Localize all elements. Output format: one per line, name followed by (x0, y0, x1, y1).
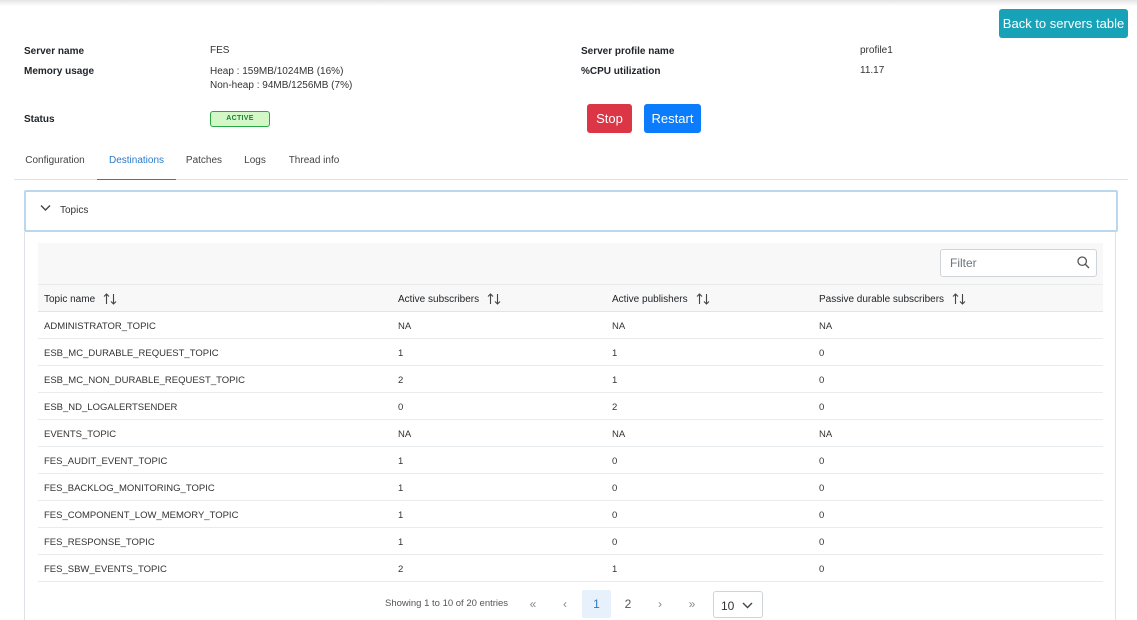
table-row: ESB_MC_DURABLE_REQUEST_TOPIC 1 1 0 (38, 339, 1103, 366)
status-badge: ACTIVE (210, 111, 270, 127)
column-topic-name[interactable]: Topic name (44, 293, 117, 305)
tab-destinations[interactable]: Destinations (97, 150, 176, 180)
table-row: FES_COMPONENT_LOW_MEMORY_TOPIC 1 0 0 (38, 501, 1103, 528)
table-header: Topic name Active subscribers Active pub… (38, 284, 1103, 312)
memory-heap-value: Heap : 159MB/1024MB (16%) (210, 66, 344, 77)
sort-icon[interactable] (103, 293, 117, 305)
sort-icon[interactable] (952, 293, 966, 305)
search-icon (1077, 256, 1090, 269)
server-profile-value: profile1 (860, 45, 893, 56)
first-page-button[interactable]: « (522, 590, 544, 618)
cpu-utilization-label: %CPU utilization (581, 66, 661, 77)
chevron-down-icon (40, 205, 51, 211)
column-active-subscribers[interactable]: Active subscribers (398, 293, 501, 305)
table-row: EVENTS_TOPIC NA NA NA (38, 420, 1103, 447)
chevron-down-icon (742, 602, 753, 609)
tab-bar: Configuration Destinations Patches Logs … (14, 150, 1128, 180)
next-page-button[interactable]: › (649, 590, 671, 618)
server-name-label: Server name (24, 46, 85, 57)
tab-thread-info[interactable]: Thread info (282, 150, 346, 180)
cpu-utilization-value: 11.17 (860, 65, 885, 76)
page-size-select[interactable]: 10 (713, 591, 763, 618)
prev-page-button[interactable]: ‹ (554, 590, 576, 618)
table-row: ESB_ND_LOGALERTSENDER 0 2 0 (38, 393, 1103, 420)
table-row: FES_RESPONSE_TOPIC 1 0 0 (38, 528, 1103, 555)
page-2-button[interactable]: 2 (617, 590, 639, 618)
status-label: Status (24, 114, 55, 125)
memory-nonheap-value: Non-heap : 94MB/1256MB (7%) (210, 80, 353, 91)
tab-logs[interactable]: Logs (236, 150, 274, 180)
column-passive-durable-subscribers[interactable]: Passive durable subscribers (819, 293, 966, 305)
top-shadow (0, 0, 1137, 6)
sort-icon[interactable] (696, 293, 710, 305)
server-name-value: FES (210, 45, 230, 56)
tab-patches[interactable]: Patches (180, 150, 228, 180)
column-active-publishers[interactable]: Active publishers (612, 293, 710, 305)
stop-button[interactable]: Stop (587, 104, 632, 133)
topics-accordion-header[interactable]: Topics (24, 190, 1118, 232)
server-profile-label: Server profile name (581, 46, 675, 57)
table-row: ADMINISTRATOR_TOPIC NA NA NA (38, 312, 1103, 339)
back-to-servers-button[interactable]: Back to servers table (999, 9, 1128, 38)
table-row: ESB_MC_NON_DURABLE_REQUEST_TOPIC 2 1 0 (38, 366, 1103, 393)
filter-input[interactable] (940, 249, 1097, 277)
memory-usage-label: Memory usage (24, 66, 95, 77)
table-row: FES_SBW_EVENTS_TOPIC 2 1 0 (38, 555, 1103, 582)
restart-button[interactable]: Restart (644, 104, 701, 133)
page-1-button[interactable]: 1 (582, 590, 611, 618)
last-page-button[interactable]: » (681, 590, 703, 618)
pagination-info: Showing 1 to 10 of 20 entries (385, 598, 509, 609)
tab-configuration[interactable]: Configuration (14, 150, 96, 180)
table-row: FES_AUDIT_EVENT_TOPIC 1 0 0 (38, 447, 1103, 474)
sort-icon[interactable] (487, 293, 501, 305)
accordion-title: Topics (60, 205, 89, 216)
table-row: FES_BACKLOG_MONITORING_TOPIC 1 0 0 (38, 474, 1103, 501)
